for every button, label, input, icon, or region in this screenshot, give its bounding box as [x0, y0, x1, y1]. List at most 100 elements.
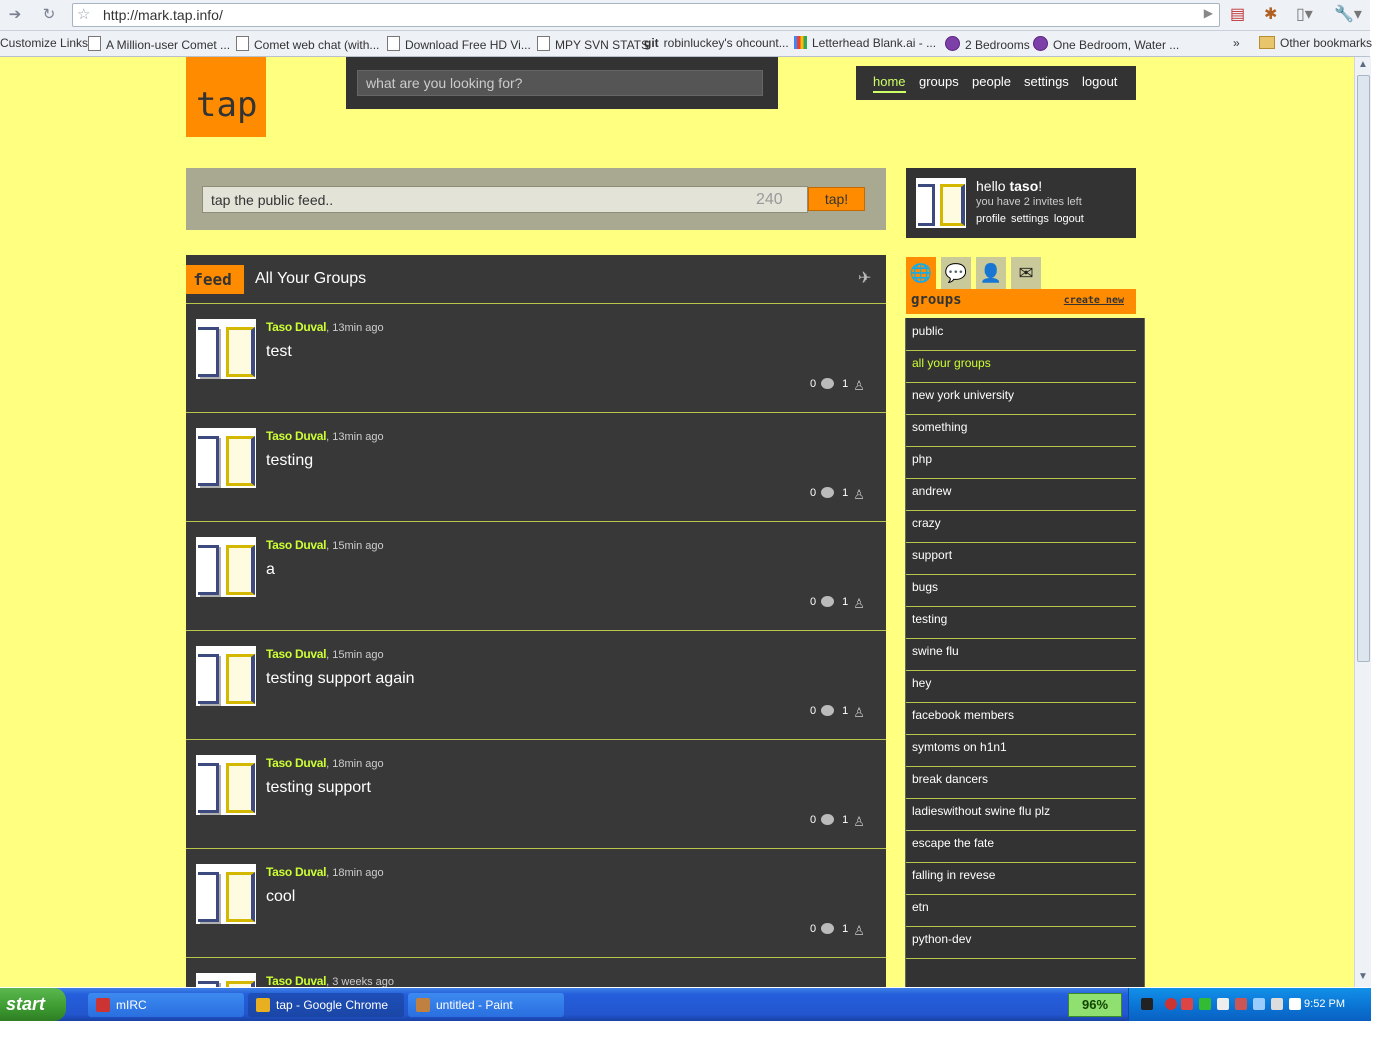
- bookmark-item[interactable]: Download Free HD Vi...: [387, 36, 531, 52]
- address-bar[interactable]: ☆ http://mark.tap.info/ ▶: [72, 3, 1220, 27]
- scroll-up-icon[interactable]: ▲: [1357, 59, 1369, 73]
- group-item[interactable]: crazy: [906, 510, 1136, 543]
- bookmark-item[interactable]: Customize Links: [0, 36, 88, 50]
- comment-bubble-icon[interactable]: [821, 378, 835, 389]
- post-avatar[interactable]: [196, 973, 256, 987]
- device-icon[interactable]: [1217, 998, 1229, 1010]
- post-author-link[interactable]: Taso Duval: [266, 320, 326, 334]
- taskbar-task[interactable]: mIRC: [88, 993, 244, 1017]
- tap-input[interactable]: [202, 186, 808, 213]
- group-item[interactable]: swine flu: [906, 638, 1136, 671]
- post-author-link[interactable]: Taso Duval: [266, 538, 326, 552]
- globe-icon[interactable]: 🌐: [906, 257, 936, 289]
- person-icon[interactable]: ♙: [853, 379, 865, 393]
- comment-bubble-icon[interactable]: [821, 814, 835, 825]
- post-author-link[interactable]: Taso Duval: [266, 974, 326, 987]
- site-logo[interactable]: tap: [186, 57, 266, 137]
- group-item[interactable]: facebook members: [906, 702, 1136, 735]
- page-scrollbar[interactable]: ▲ ▼: [1354, 57, 1371, 987]
- search-input[interactable]: [357, 70, 763, 96]
- nav-home[interactable]: home: [873, 74, 906, 93]
- user-avatar[interactable]: [916, 178, 966, 228]
- comment-bubble-icon[interactable]: [821, 705, 835, 716]
- extension-icon[interactable]: ▤: [1230, 4, 1245, 24]
- network-icon[interactable]: [1199, 998, 1211, 1010]
- scrollbar-thumb[interactable]: [1357, 75, 1370, 662]
- group-item[interactable]: symtoms on h1n1: [906, 734, 1136, 767]
- bookmark-item[interactable]: Comet web chat (with...: [236, 36, 379, 52]
- create-group-link[interactable]: create new: [1064, 295, 1124, 306]
- scroll-down-icon[interactable]: ▼: [1357, 971, 1369, 985]
- nav-people[interactable]: people: [972, 74, 1011, 89]
- person-icon[interactable]: ♙: [853, 488, 865, 502]
- security-icon[interactable]: [1235, 998, 1247, 1010]
- user-link-settings[interactable]: settings: [1011, 213, 1049, 225]
- post-author-link[interactable]: Taso Duval: [266, 865, 326, 879]
- person-icon[interactable]: ♙: [853, 815, 865, 829]
- person-icon[interactable]: ♙: [853, 597, 865, 611]
- nav-settings[interactable]: settings: [1024, 74, 1069, 89]
- wrench-icon[interactable]: 🔧▾: [1334, 4, 1362, 24]
- bookmarks-overflow-icon[interactable]: »: [1233, 36, 1240, 50]
- person-icon[interactable]: ♙: [853, 924, 865, 938]
- group-item[interactable]: new york university: [906, 382, 1136, 415]
- group-item[interactable]: etn: [906, 894, 1136, 927]
- nav-groups[interactable]: groups: [919, 74, 959, 89]
- chevron-left-icon[interactable]: [1165, 998, 1177, 1010]
- group-item[interactable]: break dancers: [906, 766, 1136, 799]
- bookmark-item[interactable]: A Million-user Comet ...: [88, 36, 230, 52]
- group-item[interactable]: falling in revese: [906, 862, 1136, 895]
- person-icon[interactable]: ♙: [853, 706, 865, 720]
- feed-tab[interactable]: feed: [186, 265, 244, 294]
- taskbar-task[interactable]: tap - Google Chrome: [248, 993, 404, 1017]
- comment-bubble-icon[interactable]: [821, 487, 835, 498]
- post-avatar[interactable]: [196, 428, 256, 488]
- start-button[interactable]: start: [0, 988, 66, 1021]
- bookmark-item[interactable]: One Bedroom, Water ...: [1033, 36, 1179, 52]
- post-avatar[interactable]: [196, 537, 256, 597]
- group-item[interactable]: ladieswithout swine flu plz: [906, 798, 1136, 831]
- group-item[interactable]: all your groups: [906, 350, 1136, 383]
- post-author-link[interactable]: Taso Duval: [266, 756, 326, 770]
- bookmark-item[interactable]: Letterhead Blank.ai - ...: [794, 36, 936, 50]
- group-item[interactable]: escape the fate: [906, 830, 1136, 863]
- sync-icon[interactable]: [1271, 998, 1283, 1010]
- post-author-link[interactable]: Taso Duval: [266, 429, 326, 443]
- nav-logout[interactable]: logout: [1082, 74, 1117, 89]
- bookmark-star-icon[interactable]: ☆: [77, 5, 90, 23]
- go-icon[interactable]: ▶: [1204, 6, 1213, 20]
- bookmark-item[interactable]: MPY SVN STATS: [537, 36, 649, 52]
- group-item[interactable]: support: [906, 542, 1136, 575]
- group-item[interactable]: php: [906, 446, 1136, 479]
- group-item[interactable]: something: [906, 414, 1136, 447]
- post-avatar[interactable]: [196, 755, 256, 815]
- bug-icon[interactable]: ✱: [1264, 4, 1277, 24]
- bookmark-item[interactable]: git robinluckey's ohcount...: [644, 36, 789, 50]
- notes-icon[interactable]: [1289, 998, 1301, 1010]
- post-avatar[interactable]: [196, 646, 256, 706]
- comment-bubble-icon[interactable]: [821, 596, 835, 607]
- bookmark-item[interactable]: 2 Bedrooms: [945, 36, 1030, 52]
- power-icon[interactable]: [1141, 998, 1153, 1010]
- group-item[interactable]: testing: [906, 606, 1136, 639]
- tap-button[interactable]: tap!: [808, 187, 865, 211]
- post-avatar[interactable]: [196, 864, 256, 924]
- person-icon[interactable]: 👤: [976, 257, 1006, 289]
- page-menu-icon[interactable]: ▯▾: [1296, 4, 1313, 24]
- group-item[interactable]: python-dev: [906, 926, 1136, 959]
- forward-icon[interactable]: ➔: [4, 4, 26, 26]
- reload-icon[interactable]: ↻: [38, 4, 60, 26]
- user-link-profile[interactable]: profile: [976, 213, 1006, 225]
- post-avatar[interactable]: [196, 319, 256, 379]
- collapse-icon[interactable]: ✈: [858, 268, 871, 288]
- mirc-tray-icon[interactable]: [1181, 998, 1193, 1010]
- speech-bubble-icon[interactable]: 💬: [941, 257, 971, 289]
- group-item[interactable]: hey: [906, 670, 1136, 703]
- volume-icon[interactable]: [1253, 998, 1265, 1010]
- bookmark-item[interactable]: Other bookmarks: [1259, 36, 1372, 50]
- group-item[interactable]: bugs: [906, 574, 1136, 607]
- comment-bubble-icon[interactable]: [821, 923, 835, 934]
- group-item[interactable]: public: [906, 318, 1136, 351]
- group-item[interactable]: andrew: [906, 478, 1136, 511]
- post-author-link[interactable]: Taso Duval: [266, 647, 326, 661]
